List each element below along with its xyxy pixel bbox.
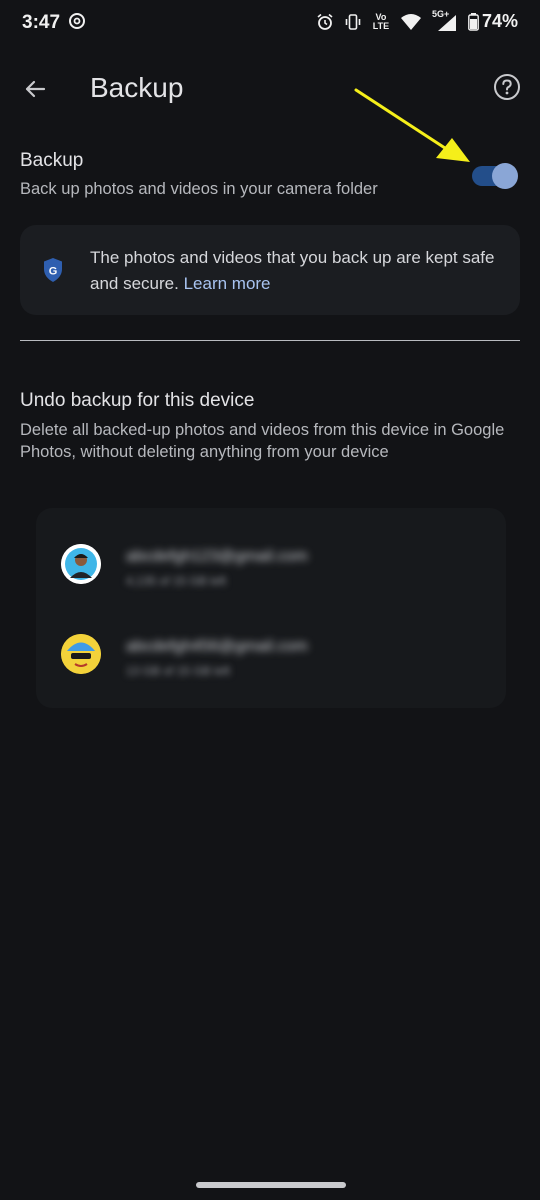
page-title: Backup xyxy=(90,72,184,103)
svg-text:G: G xyxy=(49,266,58,278)
battery: 74% xyxy=(468,11,518,32)
toggle-thumb xyxy=(492,163,518,189)
accounts-card: abcdefgh123@gmail.com 4,135 of 15 GB lef… xyxy=(36,508,506,708)
avatar-icon xyxy=(61,544,101,584)
avatar xyxy=(61,544,101,584)
account-row[interactable]: abcdefgh456@gmail.com 13 GB of 15 GB lef… xyxy=(36,612,506,692)
divider xyxy=(20,340,520,341)
status-time: 3:47 xyxy=(22,12,61,33)
avatar xyxy=(61,634,101,674)
vibrate-icon xyxy=(345,13,361,30)
google-shield-icon: G xyxy=(44,258,62,282)
wifi-icon xyxy=(400,13,421,30)
avatar-icon xyxy=(61,634,101,674)
account-row[interactable]: abcdefgh123@gmail.com 4,135 of 15 GB lef… xyxy=(36,522,506,602)
threads-icon xyxy=(69,13,85,29)
annotation-arrow-icon xyxy=(354,88,470,162)
gesture-nav-handle[interactable] xyxy=(196,1182,346,1188)
info-text: The photos and videos that you back up a… xyxy=(90,248,495,293)
account-meta: 13 GB of 15 GB left xyxy=(126,664,231,678)
alarm-icon xyxy=(317,13,333,30)
info-card: G The photos and videos that you back up… xyxy=(20,225,520,315)
account-email: abcdefgh123@gmail.com xyxy=(126,548,308,565)
undo-backup-description: Delete all backed-up photos and videos f… xyxy=(20,421,505,461)
account-email: abcdefgh456@gmail.com xyxy=(126,638,308,655)
learn-more-link[interactable]: Learn more xyxy=(184,274,271,293)
signal-group: 5G+ xyxy=(432,9,458,31)
signal-icon xyxy=(437,14,456,31)
info-text-block: The photos and videos that you back up a… xyxy=(90,245,510,297)
backup-setting-title: Backup xyxy=(20,150,84,171)
back-button[interactable] xyxy=(18,72,52,106)
volte-icon: Vo LTE xyxy=(372,11,390,31)
account-meta: 4,135 of 15 GB left xyxy=(126,574,227,588)
undo-backup-title: Undo backup for this device xyxy=(20,390,255,411)
battery-percent: 74% xyxy=(481,11,518,31)
help-button[interactable] xyxy=(492,72,522,102)
status-icons: Vo LTE 5G+ 74% xyxy=(316,9,518,32)
backup-setting-subtitle: Back up photos and videos in your camera… xyxy=(20,180,378,198)
status-bar: 3:47 Vo LTE 5G+ 74% xyxy=(0,0,540,46)
backup-toggle[interactable] xyxy=(472,163,518,189)
help-icon xyxy=(494,74,520,100)
arrow-back-icon xyxy=(25,80,46,98)
battery-icon xyxy=(468,12,479,31)
